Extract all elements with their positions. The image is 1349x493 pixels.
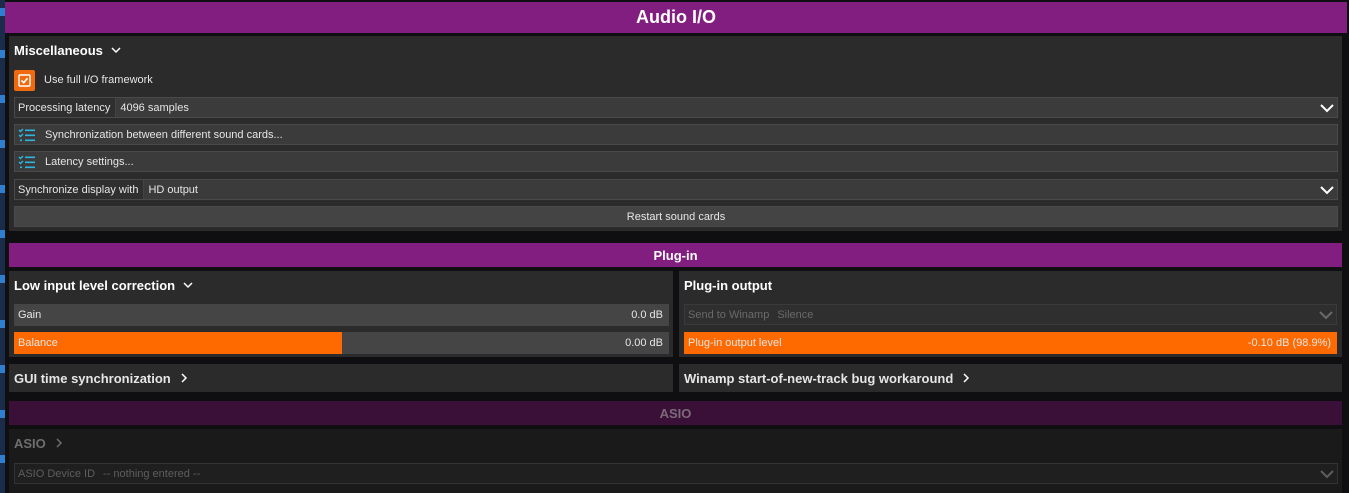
sync-display-value: HD output bbox=[148, 183, 198, 196]
asio-sub-header-label: ASIO bbox=[14, 435, 46, 451]
asio-section-header: ASIO bbox=[9, 401, 1342, 425]
asio-device-label: ASIO Device ID bbox=[18, 467, 96, 480]
chevron-right-icon bbox=[963, 373, 970, 383]
low-input-header-label: Low input level correction bbox=[14, 277, 176, 293]
left-edge-strip bbox=[0, 0, 5, 493]
restart-sound-cards-label: Restart sound cards bbox=[626, 210, 726, 223]
plugin-output-level-value: -0.10 dB (98.9%) bbox=[1247, 337, 1331, 349]
use-full-io-label: Use full I/O framework bbox=[44, 74, 153, 86]
balance-value: 0.00 dB bbox=[625, 337, 663, 349]
sync-sound-cards-label: Synchronization between different sound … bbox=[45, 128, 283, 141]
sync-sound-cards-button[interactable]: Synchronization between different sound … bbox=[14, 124, 1338, 145]
gain-slider[interactable]: Gain 0.0 dB bbox=[14, 304, 669, 326]
low-input-header[interactable]: Low input level correction bbox=[9, 271, 193, 299]
plugin-output-header-label: Plug-in output bbox=[684, 277, 773, 293]
window-title: Audio I/O bbox=[5, 2, 1347, 33]
balance-label: Balance bbox=[18, 337, 58, 349]
plugin-section-header: Plug-in bbox=[9, 243, 1342, 267]
plugin-output-level-label: Plug-in output level bbox=[688, 337, 782, 349]
chevron-right-icon bbox=[181, 373, 187, 383]
gui-time-sync-header[interactable]: GUI time synchronization bbox=[9, 364, 673, 392]
plugin-output-section: Plug-in output Send to Winamp Silence Pl… bbox=[679, 271, 1342, 357]
plugin-output-level-slider[interactable]: Plug-in output level -0.10 dB (98.9%) bbox=[684, 332, 1337, 354]
low-input-section: Low input level correction Gain 0.0 dB B… bbox=[9, 271, 673, 357]
checklist-icon bbox=[18, 155, 35, 168]
misc-header[interactable]: Miscellaneous bbox=[9, 36, 121, 64]
gain-value: 0.0 dB bbox=[631, 309, 663, 321]
chevron-down-icon bbox=[183, 282, 193, 289]
chevron-down-icon bbox=[1316, 305, 1336, 324]
misc-header-label: Miscellaneous bbox=[14, 42, 103, 58]
chevron-down-icon bbox=[1317, 98, 1337, 117]
latency-settings-button[interactable]: Latency settings... bbox=[14, 151, 1338, 172]
send-to-winamp-value: Silence bbox=[777, 308, 814, 321]
restart-sound-cards-button[interactable]: Restart sound cards bbox=[14, 206, 1338, 227]
winamp-bug-header[interactable]: Winamp start-of-new-track bug workaround bbox=[679, 364, 1342, 392]
check-icon bbox=[18, 74, 31, 87]
asio-device-select: ASIO Device ID -- nothing entered -- bbox=[14, 463, 1338, 484]
plugin-header-label: Plug-in bbox=[653, 247, 698, 263]
sync-display-select[interactable]: Synchronize display with HD output bbox=[14, 179, 1338, 200]
processing-latency-select[interactable]: Processing latency 4096 samples bbox=[14, 97, 1338, 118]
gain-label: Gain bbox=[18, 309, 42, 321]
asio-device-value: -- nothing entered -- bbox=[103, 467, 201, 480]
processing-latency-label: Processing latency bbox=[15, 98, 117, 117]
plugin-output-header: Plug-in output bbox=[679, 271, 772, 299]
balance-slider-fill bbox=[14, 332, 342, 354]
send-to-winamp-label: Send to Winamp bbox=[688, 308, 770, 321]
asio-sub-header: ASIO bbox=[9, 429, 64, 457]
checklist-icon bbox=[18, 128, 35, 141]
gui-time-sync-label: GUI time synchronization bbox=[14, 370, 171, 386]
balance-slider[interactable]: Balance 0.00 dB bbox=[14, 332, 669, 354]
misc-section: Miscellaneous Use full I/O framework Pro… bbox=[9, 36, 1342, 231]
send-to-winamp-select: Send to Winamp Silence bbox=[684, 304, 1337, 325]
latency-settings-label: Latency settings... bbox=[45, 155, 134, 168]
processing-latency-value: 4096 samples bbox=[120, 101, 189, 114]
winamp-bug-label: Winamp start-of-new-track bug workaround bbox=[684, 370, 954, 386]
sync-display-label: Synchronize display with bbox=[15, 180, 145, 199]
asio-section: ASIO ASIO Device ID -- nothing entered -… bbox=[9, 429, 1342, 493]
chevron-down-icon bbox=[111, 47, 121, 54]
chevron-down-icon bbox=[1317, 180, 1337, 199]
plugin-output-level-fill bbox=[684, 332, 1337, 354]
chevron-right-icon bbox=[56, 438, 62, 448]
asio-header-label: ASIO bbox=[659, 405, 692, 421]
use-full-io-checkbox[interactable] bbox=[14, 70, 35, 91]
chevron-down-icon bbox=[1317, 464, 1337, 483]
